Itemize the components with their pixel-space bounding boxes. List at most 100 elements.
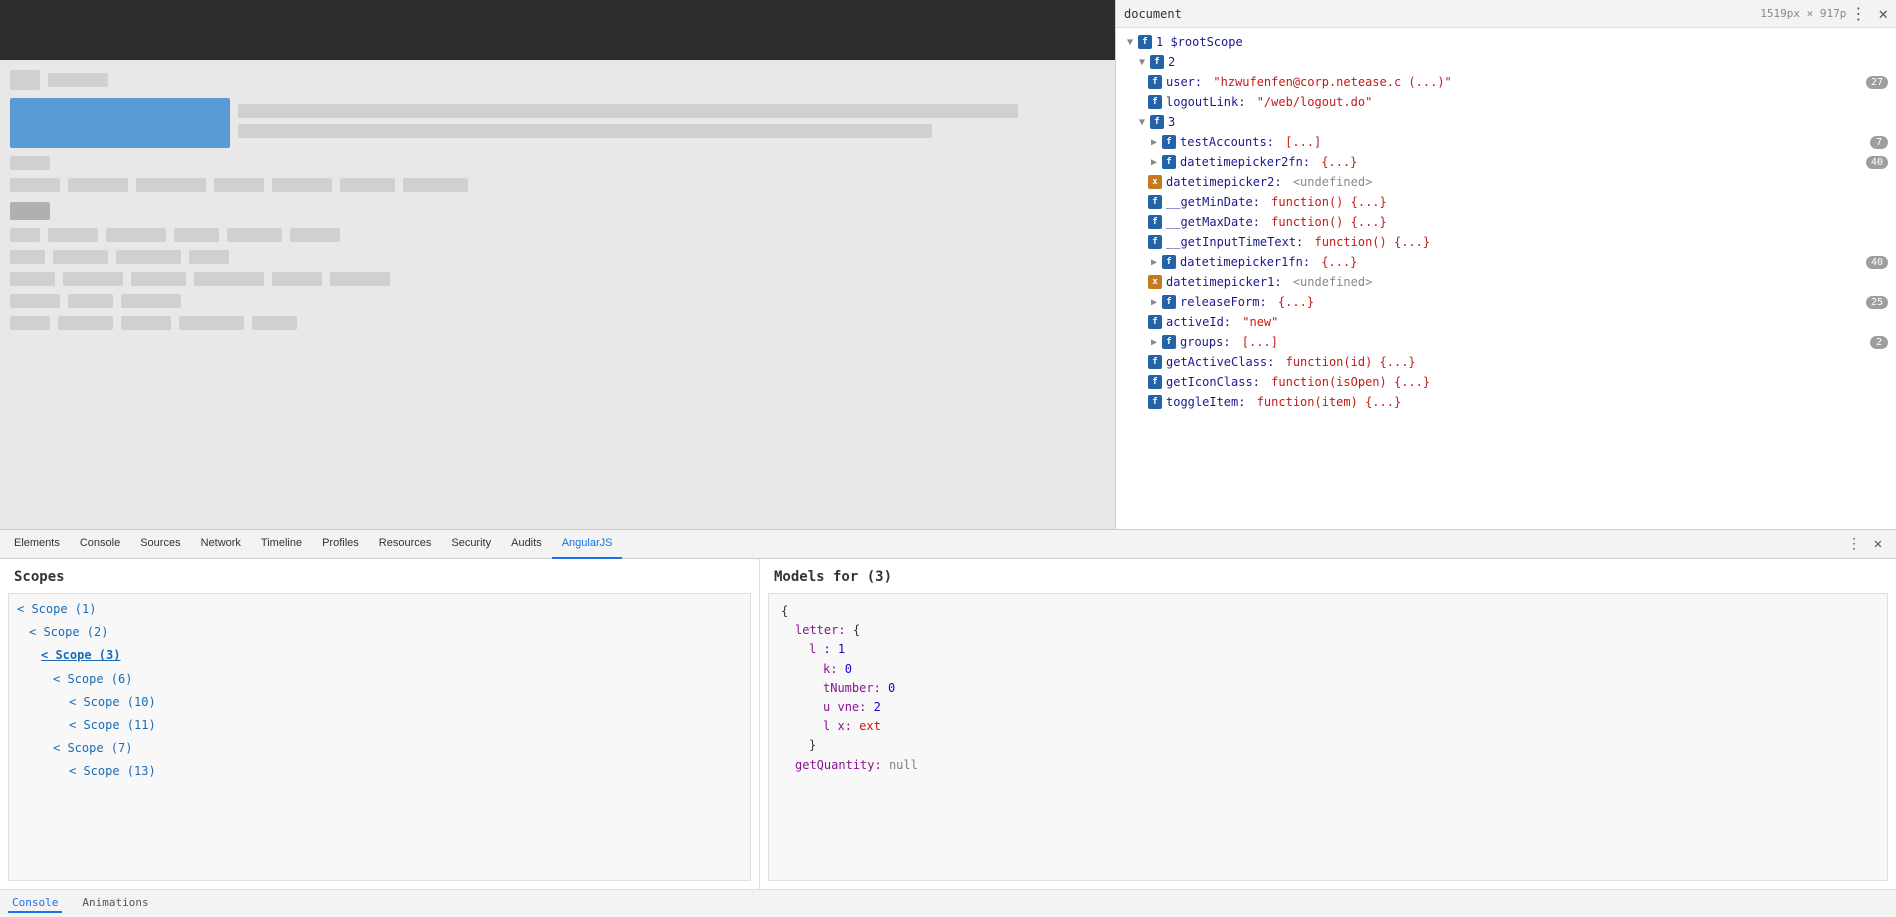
models-panel: Models for (3) { letter: { l : 1 k: 0 tN… bbox=[760, 559, 1896, 889]
tab-network[interactable]: Network bbox=[191, 529, 251, 559]
tab-timeline[interactable]: Timeline bbox=[251, 529, 312, 559]
blur-block bbox=[63, 272, 123, 286]
scope-link-7[interactable]: < Scope (7) bbox=[53, 741, 132, 755]
devtools-coords: 1519px × 917p bbox=[1760, 7, 1846, 20]
scope-expand-icon[interactable] bbox=[1136, 116, 1148, 128]
blur-block bbox=[53, 250, 108, 264]
scope-item-geticonclass[interactable]: f getIconClass: function(isOpen) {...} bbox=[1116, 372, 1896, 392]
tab-angularjs[interactable]: AngularJS bbox=[552, 529, 623, 559]
scope-item-datetimepicker2fn[interactable]: f datetimepicker2fn: {...} 40 bbox=[1116, 152, 1896, 172]
scope-expand-icon[interactable] bbox=[1136, 56, 1148, 68]
devtools-right-header: document 1519px × 917p ⋮ ✕ bbox=[1116, 0, 1896, 28]
scope-tree-item-7[interactable]: < Scope (7) bbox=[9, 737, 750, 760]
blur-block bbox=[121, 294, 181, 308]
scope-label: datetimepicker1fn: bbox=[1180, 255, 1317, 269]
scope-tree-item-6[interactable]: < Scope (6) bbox=[9, 668, 750, 691]
scope-link-13[interactable]: < Scope (13) bbox=[69, 764, 156, 778]
blur-block bbox=[403, 178, 468, 192]
scope-badge: 25 bbox=[1866, 296, 1888, 309]
status-bar: Console Animations bbox=[0, 889, 1896, 917]
scopes-panel: Scopes < Scope (1) < Scope (2) < Scope (… bbox=[0, 559, 760, 889]
scope-expand-icon[interactable] bbox=[1148, 136, 1160, 148]
scope-expand-icon[interactable] bbox=[1148, 296, 1160, 308]
tab-profiles[interactable]: Profiles bbox=[312, 529, 369, 559]
scope-tree-item-10[interactable]: < Scope (10) bbox=[9, 691, 750, 714]
scope-item-testaccounts[interactable]: f testAccounts: [...] 7 bbox=[1116, 132, 1896, 152]
toolbar-icons: ⋮ ✕ bbox=[1844, 534, 1888, 554]
scope-expand-icon[interactable] bbox=[1148, 336, 1160, 348]
scope-tree-item-1[interactable]: < Scope (1) bbox=[9, 598, 750, 621]
scope-link-10[interactable]: < Scope (10) bbox=[69, 695, 156, 709]
tab-elements[interactable]: Elements bbox=[4, 529, 70, 559]
scope-value: [...] bbox=[1242, 335, 1278, 349]
scope-label: groups: bbox=[1180, 335, 1238, 349]
scope-item-activeid[interactable]: f activeId: "new" bbox=[1116, 312, 1896, 332]
scope-badge: 40 bbox=[1866, 256, 1888, 269]
scope-link-2[interactable]: < Scope (2) bbox=[29, 625, 108, 639]
close-devtools-icon[interactable]: ✕ bbox=[1868, 534, 1888, 554]
scope-item-toggleitem[interactable]: f toggleItem: function(item) {...} bbox=[1116, 392, 1896, 412]
scope-type-icon: f bbox=[1162, 155, 1176, 169]
tab-security[interactable]: Security bbox=[441, 529, 501, 559]
blur-block bbox=[330, 272, 390, 286]
scope-type-icon: f bbox=[1148, 355, 1162, 369]
more-options-icon[interactable]: ⋮ bbox=[1844, 534, 1864, 554]
blur-block bbox=[238, 104, 1018, 118]
scope-label: __getInputTimeText: bbox=[1166, 235, 1311, 249]
scope-badge: 40 bbox=[1866, 156, 1888, 169]
tab-sources[interactable]: Sources bbox=[130, 529, 190, 559]
scope-item-getmaxdate[interactable]: f __getMaxDate: function() {...} bbox=[1116, 212, 1896, 232]
scope-item-groups[interactable]: f groups: [...] 2 bbox=[1116, 332, 1896, 352]
blur-block bbox=[227, 228, 282, 242]
scope-tree-item-11[interactable]: < Scope (11) bbox=[9, 714, 750, 737]
scope-item-2[interactable]: f 2 bbox=[1116, 52, 1896, 72]
tab-resources[interactable]: Resources bbox=[369, 529, 442, 559]
blur-block bbox=[131, 272, 186, 286]
scope-expand-icon[interactable] bbox=[1124, 36, 1136, 48]
scope-type-icon: f bbox=[1148, 75, 1162, 89]
scope-item-getmindate[interactable]: f __getMinDate: function() {...} bbox=[1116, 192, 1896, 212]
scope-type-icon: f bbox=[1162, 295, 1176, 309]
blur-block bbox=[116, 250, 181, 264]
scope-link-1[interactable]: < Scope (1) bbox=[17, 602, 96, 616]
scope-item-getinputtimetext[interactable]: f __getInputTimeText: function() {...} bbox=[1116, 232, 1896, 252]
scope-expand-icon[interactable] bbox=[1148, 256, 1160, 268]
scope-tree-item-13[interactable]: < Scope (13) bbox=[9, 760, 750, 783]
tab-console[interactable]: Console bbox=[70, 529, 130, 559]
scope-label: getIconClass: bbox=[1166, 375, 1267, 389]
scope-item-logoutlink[interactable]: f logoutLink: "/web/logout.do" bbox=[1116, 92, 1896, 112]
scope-label: getActiveClass: bbox=[1166, 355, 1282, 369]
scope-link-11[interactable]: < Scope (11) bbox=[69, 718, 156, 732]
scope-item-datetimepicker2[interactable]: x datetimepicker2: <undefined> bbox=[1116, 172, 1896, 192]
devtools-menu-icon[interactable]: ⋮ bbox=[1850, 4, 1866, 23]
scope-link-3[interactable]: < Scope (3) bbox=[41, 648, 120, 662]
json-line: k: 0 bbox=[781, 660, 1875, 679]
scope-item-datetimepicker1fn[interactable]: f datetimepicker1fn: {...} 40 bbox=[1116, 252, 1896, 272]
scope-badge: 2 bbox=[1870, 336, 1888, 349]
scope-type-icon: x bbox=[1148, 175, 1162, 189]
scope-item-3[interactable]: f 3 bbox=[1116, 112, 1896, 132]
scope-tree-item-2[interactable]: < Scope (2) bbox=[9, 621, 750, 644]
tab-audits[interactable]: Audits bbox=[501, 529, 552, 559]
scope-expand-icon[interactable] bbox=[1148, 156, 1160, 168]
status-tab-console[interactable]: Console bbox=[8, 894, 62, 913]
bottom-panels: Scopes < Scope (1) < Scope (2) < Scope (… bbox=[0, 559, 1896, 889]
scope-item-releaseform[interactable]: f releaseForm: {...} 25 bbox=[1116, 292, 1896, 312]
blur-block bbox=[58, 316, 113, 330]
scope-value: "hzwufenfen@corp.netease.c (...)" bbox=[1213, 75, 1451, 89]
status-tab-animations[interactable]: Animations bbox=[78, 894, 152, 913]
blur-block bbox=[10, 202, 50, 220]
scope-type-icon: f bbox=[1162, 255, 1176, 269]
scope-link-6[interactable]: < Scope (6) bbox=[53, 672, 132, 686]
devtools-close-icon[interactable]: ✕ bbox=[1878, 4, 1888, 23]
blur-block bbox=[48, 228, 98, 242]
scope-label: __getMaxDate: bbox=[1166, 215, 1267, 229]
scope-item-getactiveclass[interactable]: f getActiveClass: function(id) {...} bbox=[1116, 352, 1896, 372]
blur-block bbox=[10, 316, 50, 330]
scope-item-user[interactable]: f user: "hzwufenfen@corp.netease.c (...)… bbox=[1116, 72, 1896, 92]
scope-value: function() {...} bbox=[1271, 215, 1387, 229]
scope-tree-item-3[interactable]: < Scope (3) bbox=[9, 644, 750, 667]
scope-type-icon: f bbox=[1148, 95, 1162, 109]
scope-item-datetimepicker1[interactable]: x datetimepicker1: <undefined> bbox=[1116, 272, 1896, 292]
scope-item-rootscope[interactable]: f 1 $rootScope bbox=[1116, 32, 1896, 52]
